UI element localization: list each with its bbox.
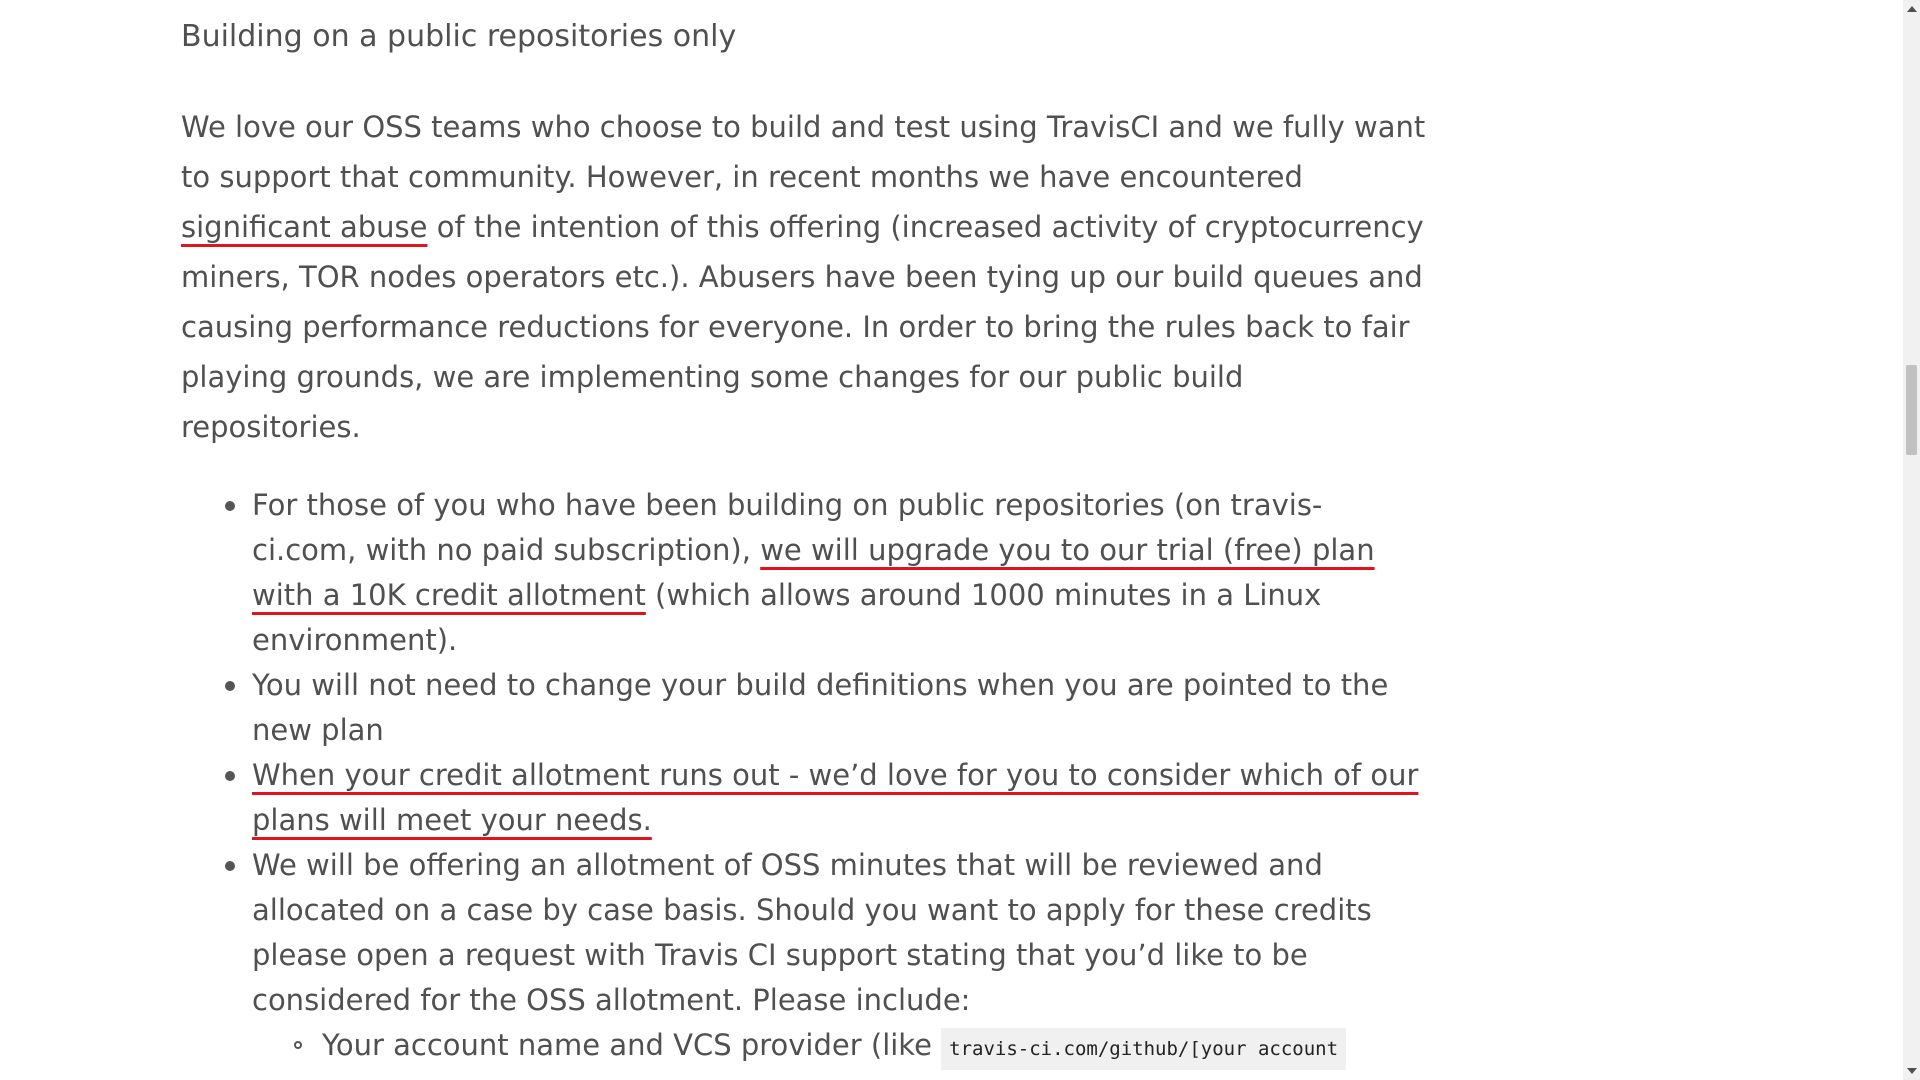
highlighted-text: significant abuse (181, 210, 428, 244)
list-item-text: (which allows around 1000 minutes in a L… (645, 578, 1322, 612)
list-item-line: environment). (252, 623, 458, 657)
highlighted-text: plans will meet your needs. (252, 803, 652, 837)
paragraph-line: repositories. (181, 410, 361, 444)
list-item-line: When your credit allotment runs out - we… (252, 753, 1418, 798)
list-item-trial-plan: For those of you who have been building … (181, 483, 1375, 663)
list-item-line: please open a request with Travis CI sup… (252, 938, 1308, 972)
intro-paragraph: We love our OSS teams who choose to buil… (181, 102, 1426, 452)
paragraph-line: We love our OSS teams who choose to buil… (181, 110, 1426, 144)
changes-list: For those of you who have been building … (181, 483, 1418, 1070)
list-item-oss-allotment: We will be offering an allotment of OSS … (181, 843, 1372, 1070)
paragraph-line: causing performance reductions for every… (181, 310, 1410, 344)
vertical-scrollbar[interactable] (1903, 0, 1920, 1080)
list-item-line: allocated on a case by case basis. Shoul… (252, 893, 1372, 927)
scroll-up-arrow-icon[interactable] (1907, 6, 1917, 12)
list-item-line: new plan (252, 713, 384, 747)
highlighted-text: we will upgrade you to our trial (free) … (760, 533, 1375, 567)
list-item-build-definitions: You will not need to change your build d… (181, 663, 1389, 753)
highlighted-text: When your credit allotment runs out - we… (252, 758, 1419, 792)
list-item-line: ci.com, with no paid subscription), we w… (252, 528, 1375, 573)
sub-bullet-icon (294, 1041, 302, 1049)
list-item-text: Your account name and VCS provider (like (322, 1028, 942, 1062)
paragraph-line: significant abuse of the intention of th… (181, 202, 1424, 252)
list-item-credit-runs-out: When your credit allotment runs out - we… (181, 753, 1418, 843)
list-item-line: You will not need to change your build d… (252, 668, 1389, 702)
list-item-line: plans will meet your needs. (252, 798, 1301, 843)
bullet-icon (225, 861, 235, 871)
scrollbar-thumb[interactable] (1906, 365, 1917, 455)
list-item-line: considered for the OSS allotment. Please… (252, 983, 971, 1017)
bullet-icon (225, 681, 235, 691)
paragraph-line: playing grounds, we are implementing som… (181, 360, 1244, 394)
bullet-icon (225, 771, 235, 781)
highlighted-text: with a 10K credit allotment (252, 578, 646, 612)
list-item-line: with a 10K credit allotment (which allow… (252, 573, 1321, 618)
list-item-text: ci.com, with no paid subscription), (252, 533, 761, 567)
scroll-down-arrow-icon[interactable] (1907, 1068, 1917, 1074)
section-heading: Building on a public repositories only (181, 19, 737, 54)
inline-code: travis-ci.com/github/[your account (941, 1028, 1347, 1070)
list-item-line: For those of you who have been building … (252, 488, 1323, 522)
list-item-line: We will be offering an allotment of OSS … (252, 848, 1323, 882)
paragraph-line: to support that community. However, in r… (181, 160, 1303, 194)
sub-list-item-account-name: Your account name and VCS provider (like… (181, 1023, 1347, 1070)
paragraph-line: miners, TOR nodes operators etc.). Abuse… (181, 260, 1423, 294)
bullet-icon (225, 501, 235, 511)
paragraph-text: of the intention of this offering (incre… (427, 210, 1424, 244)
list-item-line: Your account name and VCS provider (like… (322, 1023, 1347, 1070)
